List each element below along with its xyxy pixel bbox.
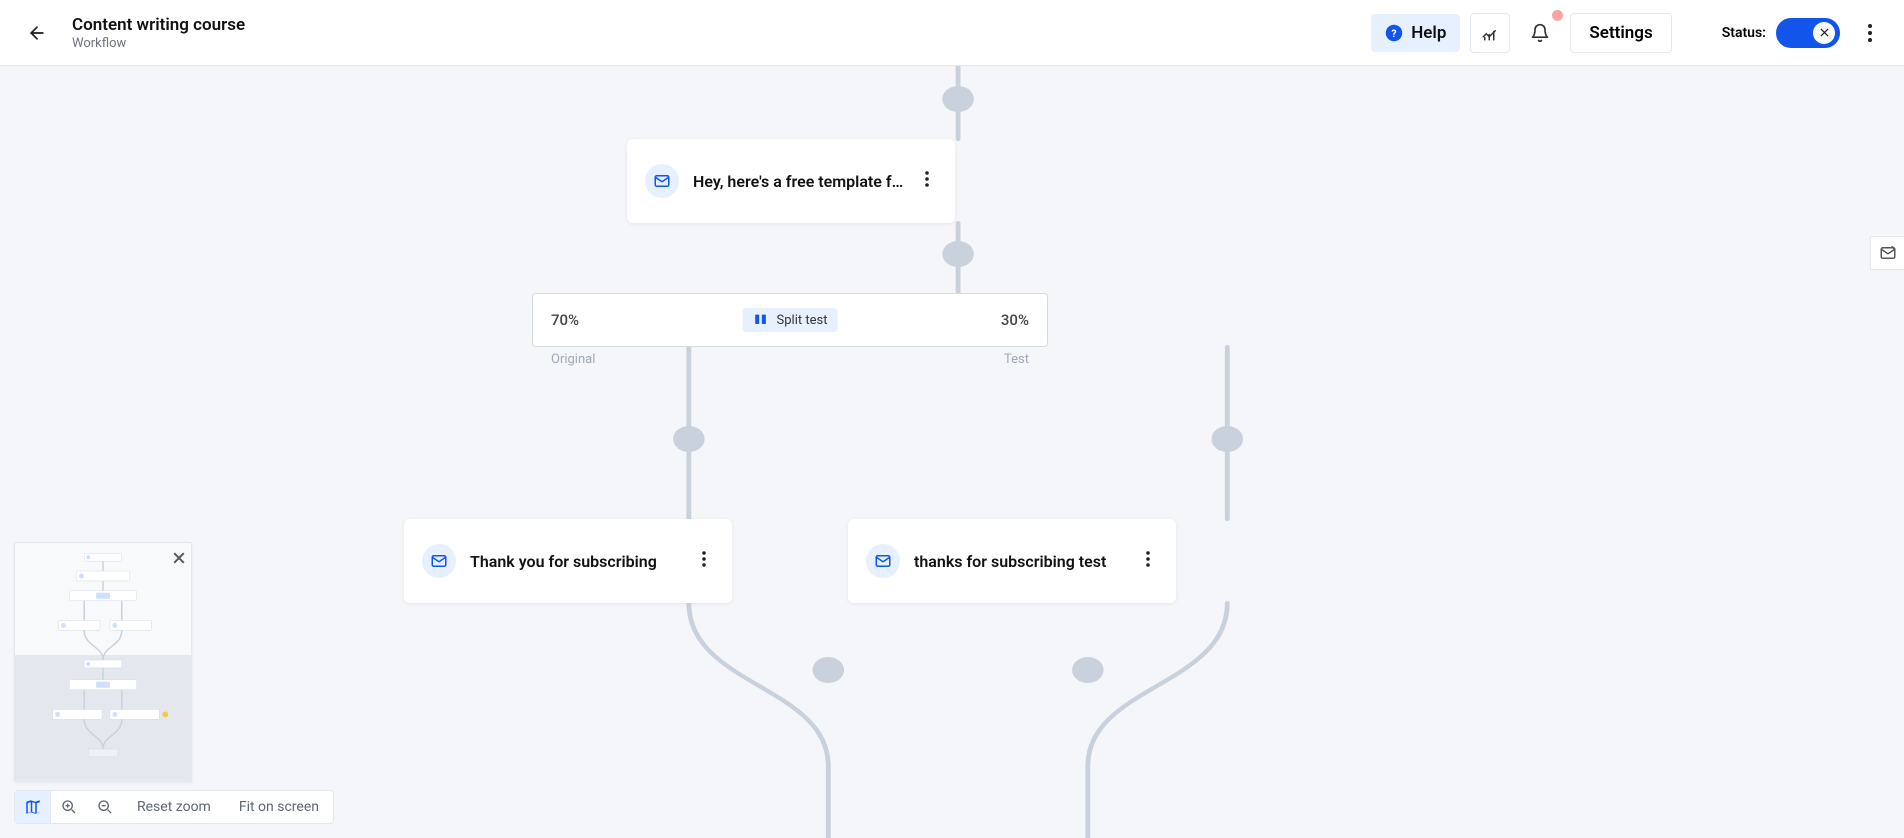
minimap-preview bbox=[15, 543, 191, 781]
inbox-icon bbox=[1879, 244, 1897, 262]
zoom-controls: Reset zoom Fit on screen bbox=[14, 790, 334, 824]
page-subtitle: Workflow bbox=[72, 36, 245, 51]
status-toggle[interactable] bbox=[1776, 18, 1840, 48]
email-node-template[interactable]: Hey, here's a free template fo... bbox=[627, 139, 955, 223]
title-block: Content writing course Workflow bbox=[72, 15, 245, 51]
minimap-toggle-button[interactable] bbox=[15, 791, 51, 823]
notification-dot bbox=[1552, 10, 1563, 21]
split-test-node[interactable]: 70% Split test 30% Original Test bbox=[532, 293, 1048, 347]
page-title: Content writing course bbox=[72, 15, 245, 35]
dots-vertical-icon bbox=[1146, 551, 1150, 567]
help-icon: ? bbox=[1385, 24, 1403, 42]
svg-text:?: ? bbox=[1392, 26, 1397, 39]
close-icon bbox=[173, 552, 185, 564]
email-icon bbox=[645, 164, 679, 198]
help-button[interactable]: ? Help bbox=[1371, 14, 1460, 52]
zoom-out-button[interactable] bbox=[87, 791, 123, 823]
split-test-label: Test bbox=[1004, 352, 1029, 367]
split-icon bbox=[753, 312, 769, 328]
fit-screen-button[interactable]: Fit on screen bbox=[225, 799, 333, 815]
help-label: Help bbox=[1411, 23, 1446, 43]
toggle-knob bbox=[1813, 22, 1835, 44]
analytics-icon bbox=[1481, 24, 1499, 42]
header-right: ? Help Settings Status: bbox=[1371, 13, 1882, 53]
workflow-canvas[interactable]: Hey, here's a free template fo... 70% Sp… bbox=[0, 66, 1904, 838]
back-button[interactable] bbox=[22, 18, 52, 48]
email-node-thank-you[interactable]: Thank you for subscribing bbox=[404, 519, 732, 603]
bell-icon bbox=[1530, 23, 1550, 43]
analytics-button[interactable] bbox=[1470, 13, 1510, 53]
node-menu-button[interactable] bbox=[917, 171, 937, 191]
side-panel-toggle[interactable] bbox=[1870, 236, 1904, 270]
email-node-label: Hey, here's a free template fo... bbox=[693, 172, 911, 191]
close-icon bbox=[1820, 28, 1829, 37]
node-menu-button[interactable] bbox=[1138, 551, 1158, 571]
split-badge: Split test bbox=[743, 308, 838, 332]
notifications-button[interactable] bbox=[1520, 13, 1560, 53]
minimap-close-button[interactable] bbox=[173, 549, 185, 568]
minimap[interactable] bbox=[14, 542, 192, 782]
more-menu-button[interactable] bbox=[1858, 24, 1882, 42]
zoom-in-icon bbox=[61, 799, 77, 815]
split-test-pct: 30% bbox=[1001, 311, 1029, 329]
email-icon bbox=[866, 544, 900, 578]
header-bar: Content writing course Workflow ? Help S… bbox=[0, 0, 1904, 66]
dots-vertical-icon bbox=[702, 551, 706, 567]
node-menu-button[interactable] bbox=[694, 551, 714, 571]
map-icon bbox=[24, 798, 42, 816]
zoom-in-button[interactable] bbox=[51, 791, 87, 823]
settings-button[interactable]: Settings bbox=[1570, 13, 1671, 53]
dots-vertical-icon bbox=[1868, 24, 1872, 42]
email-node-label: Thank you for subscribing bbox=[470, 552, 688, 571]
settings-label: Settings bbox=[1589, 23, 1652, 43]
email-node-label: thanks for subscribing test bbox=[914, 552, 1132, 571]
dots-vertical-icon bbox=[925, 171, 929, 187]
zoom-out-icon bbox=[97, 799, 113, 815]
status-label: Status: bbox=[1722, 25, 1766, 41]
split-original-pct: 70% bbox=[551, 311, 579, 329]
email-node-thanks-test[interactable]: thanks for subscribing test bbox=[848, 519, 1176, 603]
split-original-label: Original bbox=[551, 352, 595, 367]
email-icon bbox=[422, 544, 456, 578]
reset-zoom-button[interactable]: Reset zoom bbox=[123, 799, 225, 815]
split-badge-label: Split test bbox=[777, 313, 828, 328]
